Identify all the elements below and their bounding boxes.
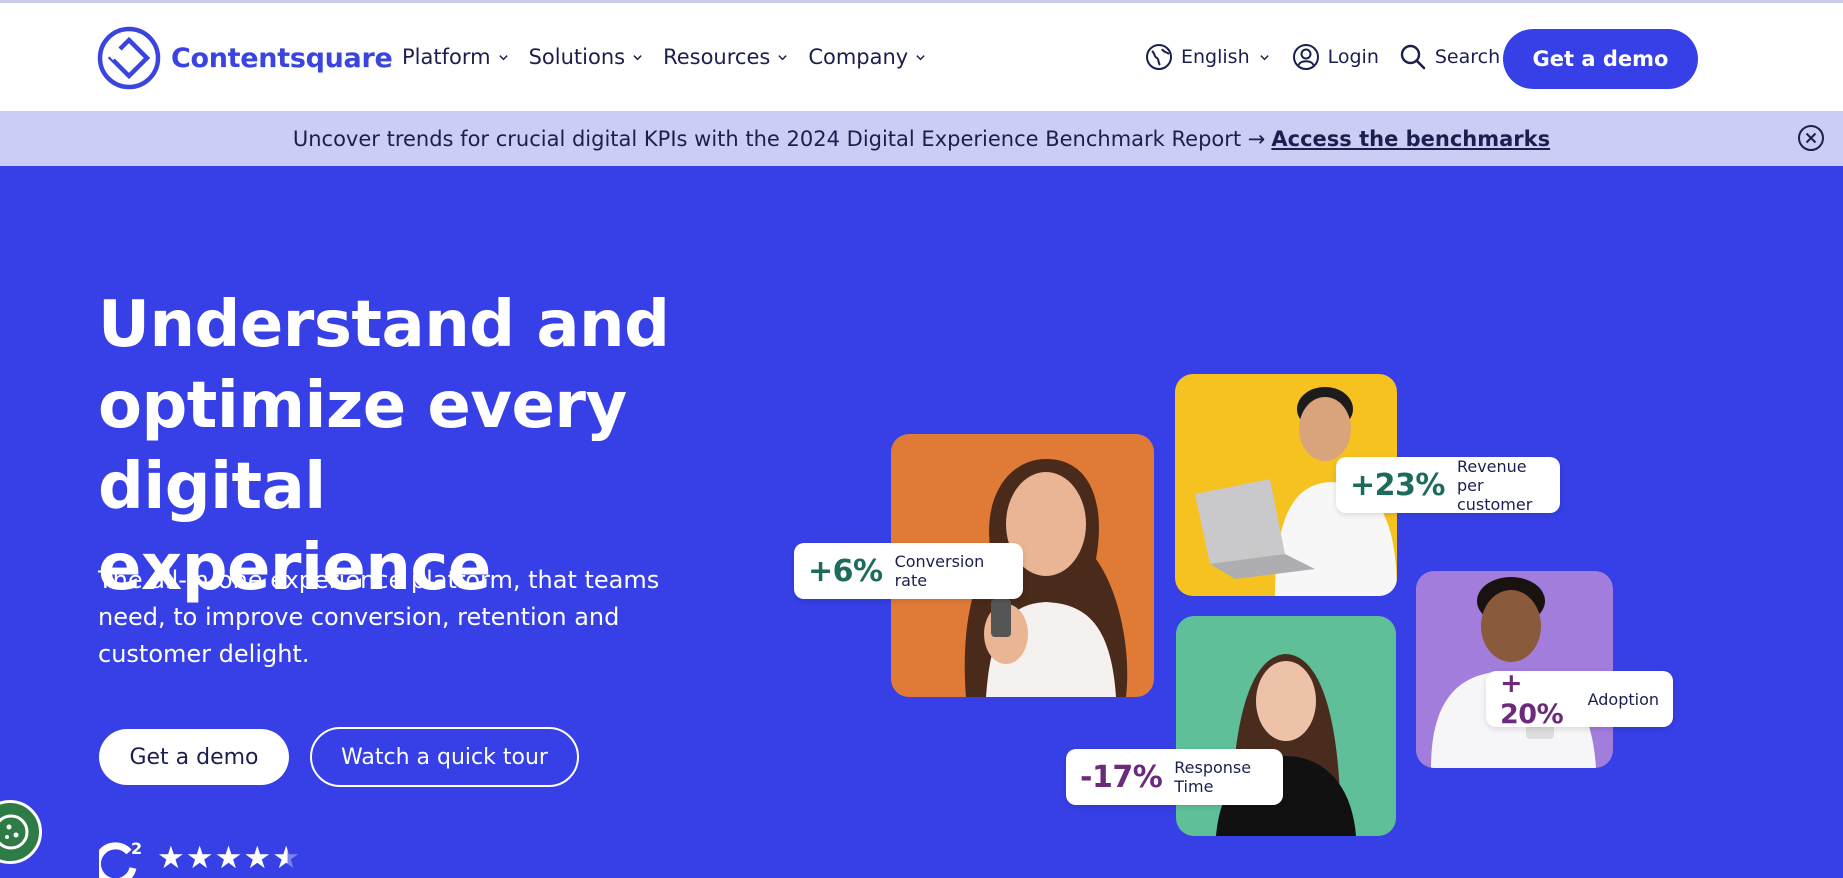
nav-solutions-label: Solutions [528,45,626,69]
close-icon[interactable] [1797,124,1825,152]
chevron-down-icon [1259,54,1269,60]
chevron-down-icon [916,54,925,60]
svg-text:2: 2 [131,839,142,858]
logo-icon [97,26,161,90]
stat-adoption-card: + 20% Adoption [1486,668,1673,730]
stat-revenue-label-line: Revenue per [1456,456,1527,495]
search-button[interactable]: Search [1399,43,1500,71]
globe-icon [1146,44,1172,70]
site-header: Contentsquare Platform Solutions Resourc… [0,3,1843,111]
search-label: Search [1434,46,1501,68]
user-icon [1292,44,1319,70]
login-link[interactable]: Login [1292,43,1379,71]
star-icon: ★ [214,840,243,876]
hero-title-line: Understand and [98,288,670,362]
stat-response-label: Response Time [1174,758,1252,796]
hero-title-line: optimize every [98,369,627,443]
chevron-down-icon [633,54,642,60]
cookie-icon [0,814,29,850]
star-icon: ★ [185,840,214,876]
stat-conversion-value: +6% [808,553,883,589]
rating-row: 2 ★ ★ ★ ★ ★ [99,838,301,878]
cookie-settings-button[interactable] [0,800,42,864]
hero-subtitle-line: The all-in-one experience platform, that… [98,566,660,594]
watch-tour-button[interactable]: Watch a quick tour [310,727,579,787]
banner-link[interactable]: Access the benchmarks [1271,127,1550,151]
announcement-banner: Uncover trends for crucial digital KPIs … [0,111,1843,166]
hero-subtitle-line: need, to improve conversion, retention a… [98,603,620,631]
chevron-down-icon [778,54,788,60]
stat-revenue-value: +23% [1350,467,1445,503]
star-rating: ★ ★ ★ ★ ★ [157,842,301,874]
nav-resources[interactable]: Resources [663,45,788,69]
stat-revenue-card: +23% Revenue per customer [1336,457,1560,514]
nav-solutions[interactable]: Solutions [529,45,644,69]
chevron-down-icon [498,54,508,60]
hero-subtitle: The all-in-one experience platform, that… [98,562,678,673]
header-tools: English Login Search [1145,43,1500,71]
search-icon [1400,44,1426,70]
main-nav: Platform Solutions Resources Company [402,45,946,69]
stat-conversion-label: Conversion rate [894,552,985,590]
stat-adoption-label: Adoption [1587,689,1659,709]
stat-response-value: -17% [1080,759,1163,795]
banner-text: Uncover trends for crucial digital KPIs … [292,126,1266,151]
hero-subtitle-line: customer delight. [98,640,310,668]
login-label: Login [1327,46,1379,68]
stat-response-card: -17% Response Time [1066,749,1283,805]
get-demo-header-button[interactable]: Get a demo [1503,29,1698,89]
nav-company[interactable]: Company [808,45,926,69]
stat-revenue-label-line: customer [1456,494,1533,514]
nav-company-label: Company [808,45,909,69]
nav-platform-label: Platform [402,45,491,69]
nav-resources-label: Resources [663,45,771,69]
brand-logo[interactable]: Contentsquare [97,25,393,91]
stat-adoption-value: + 20% [1500,668,1564,730]
brand-name: Contentsquare [171,42,393,74]
star-icon: ★ [157,840,185,876]
language-selector[interactable]: English [1145,43,1270,71]
star-half-icon: ★ [272,840,300,876]
get-demo-button[interactable]: Get a demo [99,729,289,785]
stat-conversion-card: +6% Conversion rate [794,543,1023,599]
star-icon: ★ [243,840,272,876]
stat-revenue-label: Revenue per customer [1457,457,1546,514]
hero-title: Understand and optimize every digital ex… [98,285,718,609]
language-label: English [1181,46,1250,68]
nav-platform[interactable]: Platform [402,45,509,69]
g2-logo-icon: 2 [99,839,142,878]
